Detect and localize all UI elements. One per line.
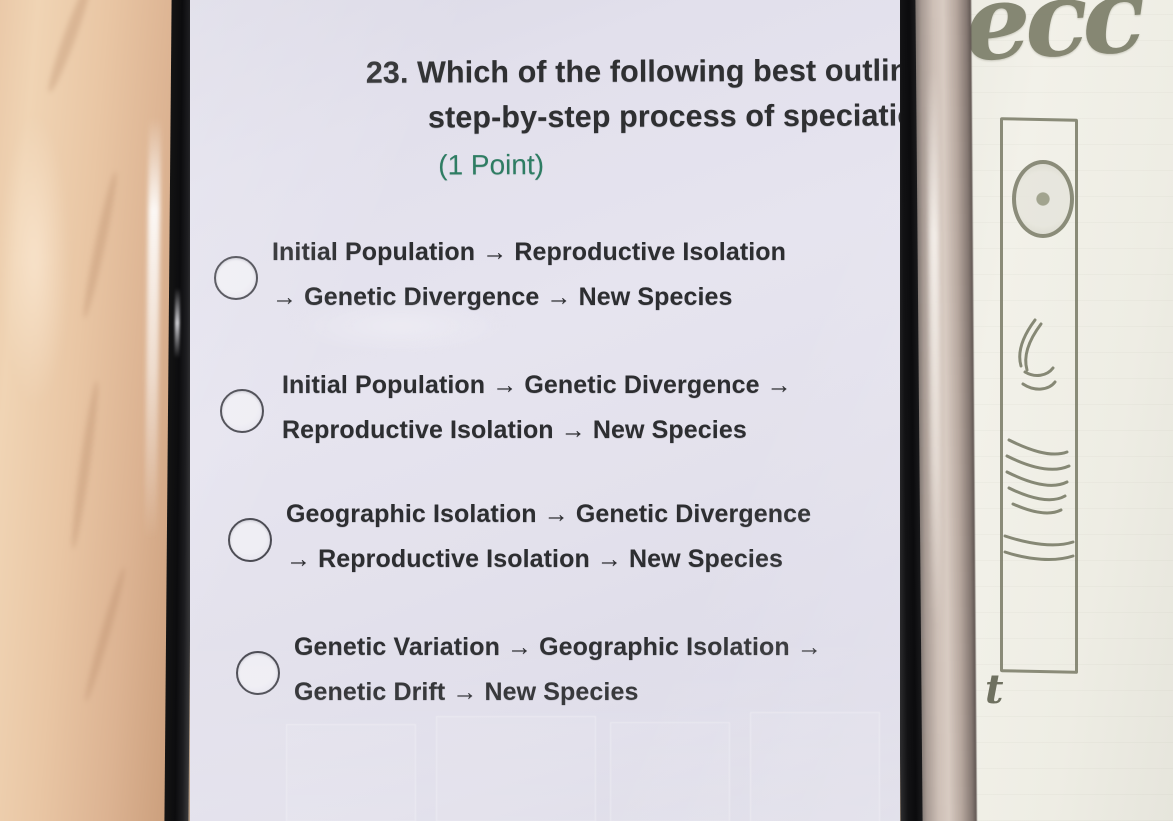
answer-option-a-line-1: Initial Population → Reproductive Isolat… [272, 238, 787, 266]
answer-option-c-line-2: → Reproductive Isolation → New Species [286, 545, 783, 573]
answer-option-d[interactable]: Genetic Variation → Geographic Isolation… [190, 625, 900, 756]
question-line-1: Which of the following best outlines the [417, 53, 900, 90]
quiz-question-card: 23. Which of the following best outlines… [190, 0, 900, 821]
question-block: 23. Which of the following best outlines… [190, 48, 900, 185]
answer-option-b-line-1: Initial Population → Genetic Divergence … [282, 371, 792, 399]
answer-option-c-line-1: Geographic Isolation → Genetic Divergenc… [286, 500, 812, 528]
pencil-sketch-knob [1012, 160, 1074, 238]
question-number: 23. [365, 55, 409, 90]
radio-button-icon-c[interactable] [228, 518, 272, 562]
question-line-2: step-by-step process of speciation? [427, 98, 900, 135]
answer-option-d-line-1: Genetic Variation → Geographic Isolation… [294, 633, 822, 661]
radio-button-icon-d[interactable] [236, 651, 280, 695]
answer-option-a-line-2: → Genetic Divergence → New Species [272, 283, 733, 311]
handwritten-cursive-text: ecc [961, 0, 1143, 85]
question-points-label: (1 Point) [438, 149, 545, 181]
answer-option-b[interactable]: Initial Population → Genetic Divergence … [190, 363, 900, 494]
radio-button-icon-b[interactable] [220, 389, 264, 433]
answer-option-c[interactable]: Geographic Isolation → Genetic Divergenc… [190, 494, 900, 625]
radio-button-icon-a[interactable] [214, 256, 258, 300]
answer-option-a[interactable]: Initial Population → Reproductive Isolat… [190, 232, 900, 363]
answer-options-list: Initial Population → Reproductive Isolat… [190, 232, 900, 756]
phone-screen: 23. Which of the following best outlines… [190, 0, 900, 821]
handwritten-letter-t: t [985, 666, 1004, 713]
phone-frame-right-edge [913, 0, 977, 821]
answer-option-d-line-2: Genetic Drift → New Species [294, 678, 639, 706]
pencil-sketch-hatching [1003, 318, 1075, 561]
answer-option-b-line-2: Reproductive Isolation → New Species [282, 416, 747, 444]
photo-of-phone-screen: ecc t 23. Which of the following best ou… [0, 0, 1173, 821]
